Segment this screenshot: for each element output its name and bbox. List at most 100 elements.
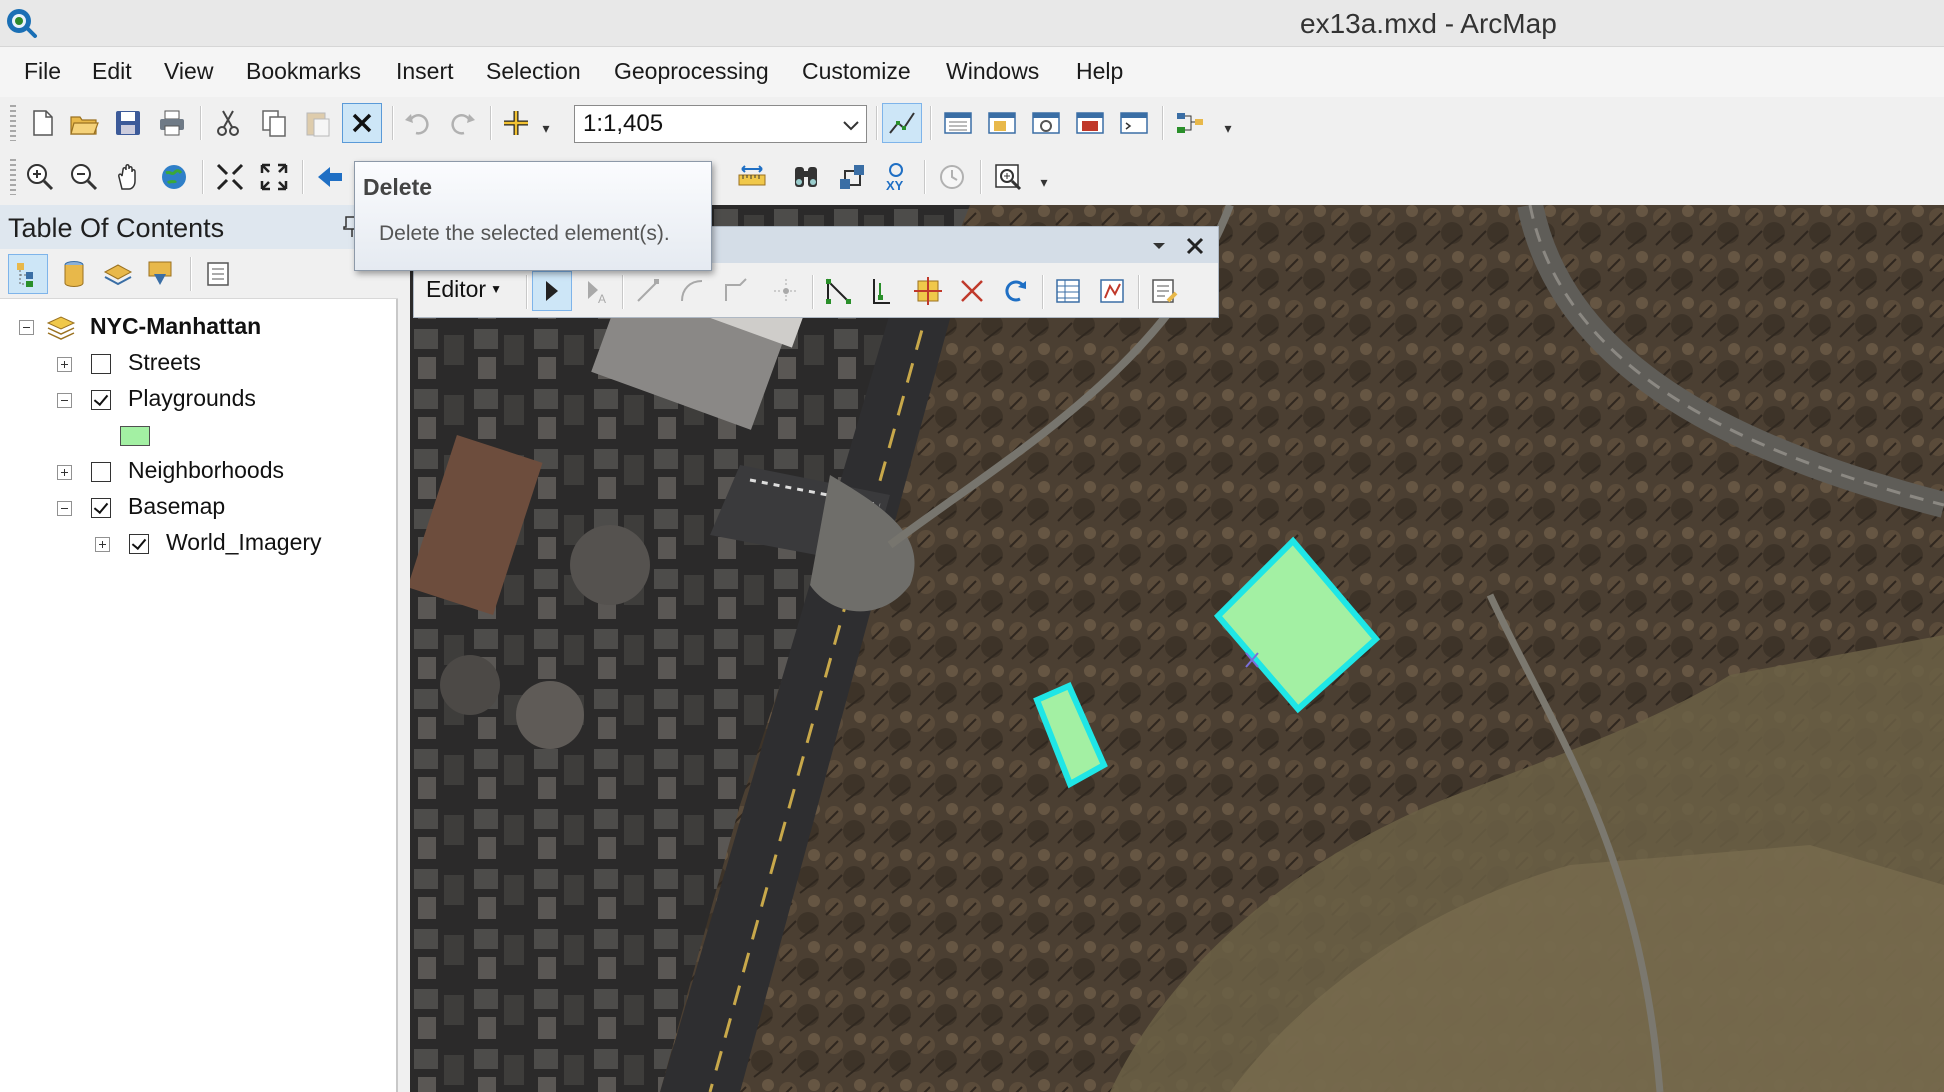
table-of-contents-icon[interactable] [938,103,978,143]
reshape-feature-icon[interactable] [862,271,902,311]
copy-icon[interactable] [254,103,294,143]
arctoolbox-icon[interactable] [1070,103,1110,143]
toolbar-overflow-icon[interactable]: ▾ [1220,107,1236,137]
editor-menu-button[interactable]: Editor ▼ [420,269,508,309]
straight-segment-icon[interactable] [628,271,668,311]
fixed-zoom-in-icon[interactable] [210,157,250,197]
full-extent-icon[interactable] [154,157,194,197]
fixed-zoom-out-icon[interactable] [254,157,294,197]
redo-icon[interactable] [442,103,482,143]
options-icon[interactable] [198,254,238,294]
back-extent-icon[interactable] [310,157,350,197]
split-icon[interactable] [952,271,992,311]
separator [202,160,204,194]
model-builder-icon[interactable] [1170,103,1210,143]
measure-icon[interactable] [732,157,772,197]
collapse-icon[interactable] [19,320,34,335]
layer-checkbox-world-imagery[interactable] [129,534,149,554]
expand-icon[interactable] [57,465,72,480]
time-slider-icon[interactable] [932,157,972,197]
list-by-source-icon[interactable] [54,254,94,294]
menu-edit[interactable]: Edit [92,58,132,85]
menu-bookmarks[interactable]: Bookmarks [246,58,361,85]
layer-checkbox-streets[interactable] [91,354,111,374]
save-icon[interactable] [108,103,148,143]
zoom-out-icon[interactable] [64,157,104,197]
attributes-icon[interactable] [1048,271,1088,311]
expand-icon[interactable] [95,537,110,552]
editor-menu-label: Editor [426,275,487,302]
search-window-icon[interactable] [1026,103,1066,143]
close-icon[interactable] [1182,233,1208,259]
chevron-down-icon[interactable] [1150,237,1168,255]
magnifier-window-icon[interactable] [988,157,1028,197]
go-to-xy-icon[interactable]: XY [876,157,916,197]
edit-tool-icon[interactable] [532,271,572,311]
zoom-in-icon[interactable] [20,157,60,197]
toolbar-overflow-icon[interactable]: ▾ [1036,161,1052,191]
cut-polygons-icon[interactable] [908,271,948,311]
table-of-contents-panel: Table Of Contents NYC-Manhattan Streets … [0,205,398,1092]
add-data-dropdown-icon[interactable]: ▾ [538,107,554,137]
chevron-down-icon[interactable] [840,114,862,136]
new-document-icon[interactable] [22,103,62,143]
layer-name-streets[interactable]: Streets [128,349,201,376]
cut-icon[interactable] [208,103,248,143]
menu-geoprocessing[interactable]: Geoprocessing [614,58,769,85]
open-folder-icon[interactable] [64,103,104,143]
menu-help[interactable]: Help [1076,58,1123,85]
map-scale-combo[interactable]: 1:1,405 [574,105,867,143]
toolbar-grip[interactable] [10,159,16,195]
separator [812,275,814,309]
python-icon[interactable] [1114,103,1154,143]
edit-annotation-icon[interactable]: A [576,271,616,311]
layer-name-basemap[interactable]: Basemap [128,493,225,520]
add-data-icon[interactable] [496,103,536,143]
trace-icon[interactable] [716,271,756,311]
editor-toolbar-icon[interactable] [882,103,922,143]
rotate-icon[interactable] [996,271,1036,311]
list-by-drawing-order-icon[interactable] [8,254,48,294]
map-scale-value: 1:1,405 [583,110,664,137]
menu-view[interactable]: View [164,58,213,85]
point-icon[interactable] [766,271,806,311]
data-frame-name[interactable]: NYC-Manhattan [90,313,261,340]
find-icon[interactable] [786,157,826,197]
print-icon[interactable] [152,103,192,143]
delete-icon[interactable] [342,103,382,143]
paste-icon[interactable] [298,103,338,143]
pan-icon[interactable] [108,157,148,197]
layer-checkbox-basemap[interactable] [91,498,111,518]
list-by-selection-icon[interactable] [140,254,180,294]
layer-checkbox-neighborhoods[interactable] [91,462,111,482]
find-route-icon[interactable] [832,157,872,197]
layer-name-playgrounds[interactable]: Playgrounds [128,385,256,412]
catalog-icon[interactable] [982,103,1022,143]
menu-file[interactable]: File [24,58,61,85]
undo-icon[interactable] [398,103,438,143]
basemap-imagery [410,205,1944,1092]
tools-toolbar: XY ▾ [0,149,1944,205]
end-point-arc-icon[interactable] [672,271,712,311]
tooltip-title: Delete [363,174,433,200]
toolbar-grip[interactable] [10,105,16,141]
create-features-icon[interactable] [1144,271,1184,311]
window-title: ex13a.mxd - ArcMap [1300,8,1557,39]
sketch-properties-icon[interactable] [1092,271,1132,311]
menu-windows[interactable]: Windows [946,58,1039,85]
expand-icon[interactable] [57,357,72,372]
separator [1042,275,1044,309]
layer-name-neighborhoods[interactable]: Neighborhoods [128,457,284,484]
playgrounds-symbol-swatch[interactable] [120,426,150,446]
layer-checkbox-playgrounds[interactable] [91,390,111,410]
edit-vertices-icon[interactable] [818,271,858,311]
layer-name-world-imagery[interactable]: World_Imagery [166,529,322,556]
arcmap-globe-icon[interactable] [4,6,38,40]
menu-selection[interactable]: Selection [486,58,581,85]
map-display[interactable] [410,205,1944,1092]
menu-customize[interactable]: Customize [802,58,911,85]
collapse-icon[interactable] [57,393,72,408]
collapse-icon[interactable] [57,501,72,516]
menu-insert[interactable]: Insert [396,58,454,85]
list-by-visibility-icon[interactable] [98,254,138,294]
